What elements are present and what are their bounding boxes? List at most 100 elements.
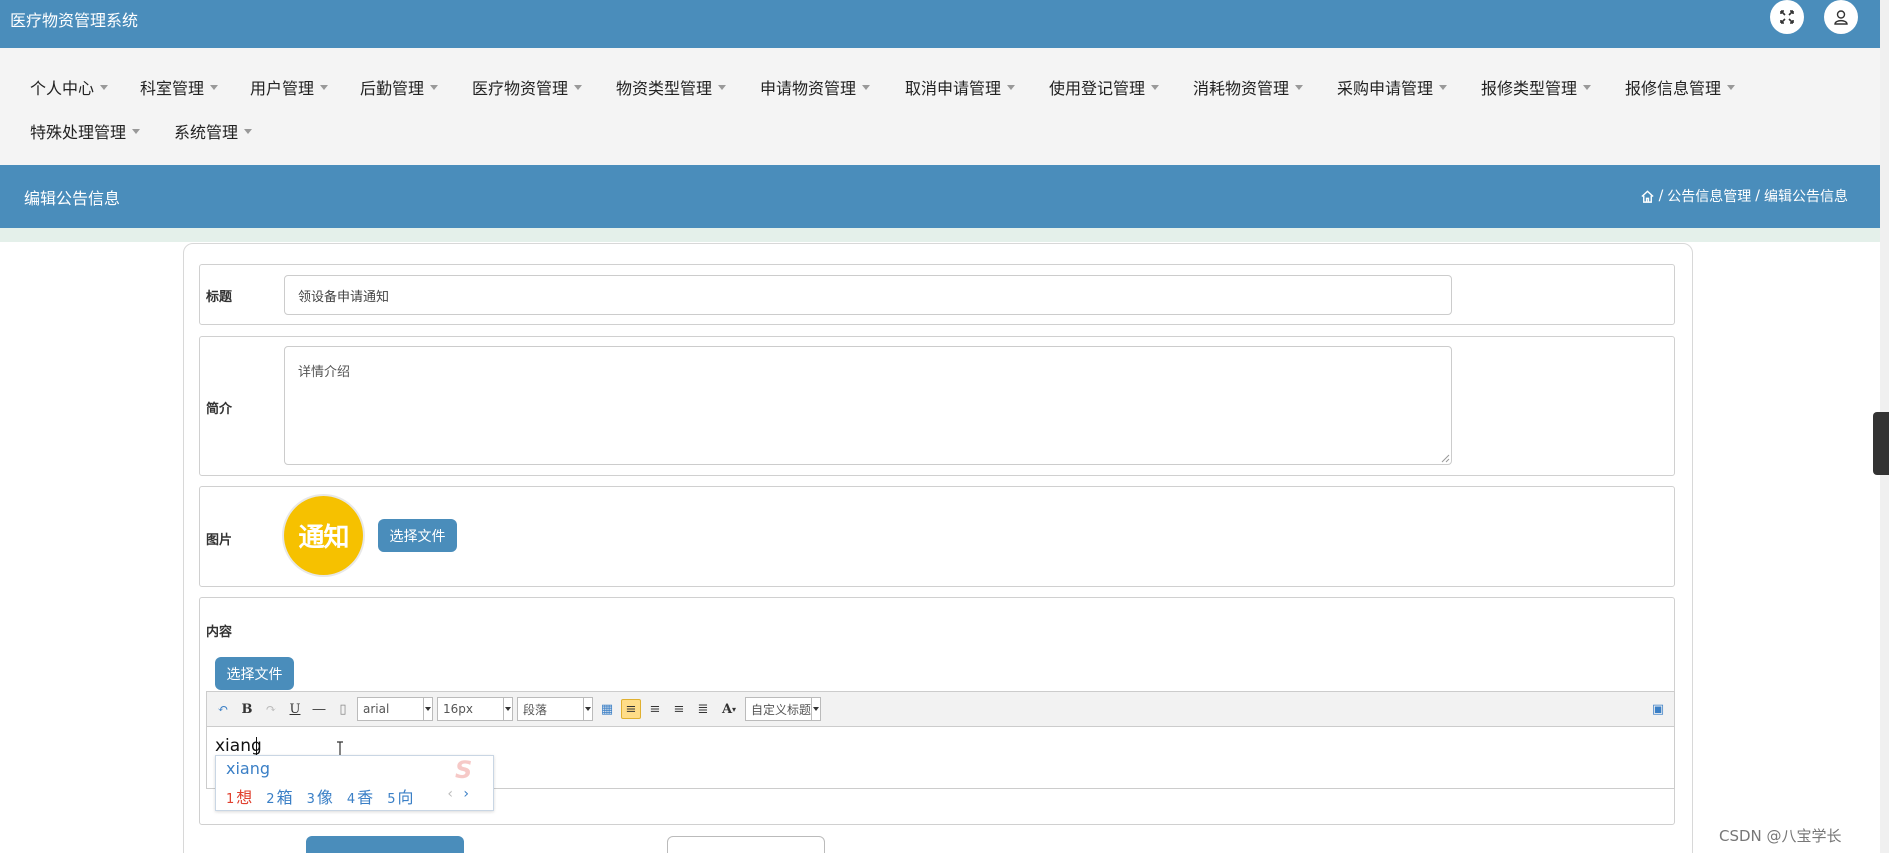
- content-choose-file-button[interactable]: 选择文件: [215, 657, 294, 690]
- cancel-button[interactable]: [667, 836, 825, 853]
- ime-candidate[interactable]: 5向: [387, 784, 413, 808]
- ime-candidate-text: 箱: [276, 788, 293, 807]
- nav-label: 用户管理: [250, 79, 315, 98]
- watermark: CSDN @八宝学长: [1719, 827, 1842, 845]
- intro-label: 简介: [206, 402, 233, 417]
- font-family-select[interactable]: arial: [357, 697, 433, 721]
- font-family-value: arial: [363, 702, 390, 716]
- home-icon[interactable]: [1640, 189, 1655, 204]
- bold-button[interactable]: B: [237, 699, 257, 719]
- align-left-icon[interactable]: ≡: [621, 699, 641, 719]
- submit-button[interactable]: [306, 836, 464, 853]
- redo-icon[interactable]: ↷: [261, 699, 281, 719]
- caret-down-icon: [244, 128, 253, 134]
- nav-consumables[interactable]: 消耗物资管理: [1193, 75, 1304, 99]
- caret-down-icon: [320, 84, 329, 90]
- nav-user[interactable]: 用户管理: [250, 75, 329, 99]
- intro-textarea[interactable]: 详情介绍: [284, 346, 1452, 465]
- nav-apply-supplies[interactable]: 申请物资管理: [760, 75, 871, 99]
- ime-prev-page-icon[interactable]: ‹: [447, 786, 453, 802]
- ime-next-page-icon[interactable]: ›: [463, 786, 469, 802]
- breadcrumb: / 公告信息管理 / 编辑公告信息: [1640, 186, 1848, 206]
- nav-supply-type[interactable]: 物资类型管理: [616, 75, 727, 99]
- breadcrumb-current: 编辑公告信息: [1764, 189, 1848, 205]
- top-bar: 医疗物资管理系统: [0, 0, 1880, 48]
- nav-label: 报修类型管理: [1481, 79, 1578, 98]
- nav-label: 后勤管理: [360, 79, 425, 98]
- caret-down-icon: [1007, 84, 1016, 90]
- nav-system[interactable]: 系统管理: [174, 119, 253, 143]
- ime-candidate-text: 像: [316, 788, 333, 807]
- align-center-icon[interactable]: ≡: [669, 699, 689, 719]
- ime-candidate-num: 4: [346, 792, 356, 807]
- font-color-button[interactable]: A ▾: [717, 699, 741, 719]
- content-label: 内容: [206, 625, 233, 640]
- ime-candidate[interactable]: 4香: [347, 784, 373, 808]
- user-icon: [1834, 10, 1848, 25]
- paragraph-select[interactable]: 段落: [517, 697, 593, 721]
- fullscreen-editor-icon[interactable]: ▣: [1648, 699, 1668, 719]
- nav-usage-register[interactable]: 使用登记管理: [1049, 75, 1160, 99]
- nav-purchase-apply[interactable]: 采购申请管理: [1337, 75, 1448, 99]
- page-title: 编辑公告信息: [24, 189, 121, 208]
- breadcrumb-sep: /: [1755, 188, 1760, 204]
- table-icon[interactable]: ▦: [597, 699, 617, 719]
- image-choose-file-button[interactable]: 选择文件: [378, 519, 457, 552]
- custom-title-select[interactable]: 自定义标题: [745, 697, 821, 721]
- align-justify-icon[interactable]: ≣: [693, 699, 713, 719]
- nav-label: 特殊处理管理: [30, 123, 127, 142]
- expand-icon: [1780, 10, 1794, 24]
- ime-candidate[interactable]: 3像: [307, 784, 333, 808]
- ime-candidate-text: 香: [357, 788, 374, 807]
- underline-button[interactable]: U: [285, 699, 305, 719]
- nav-label: 取消申请管理: [905, 79, 1002, 98]
- nav-label: 报修信息管理: [1625, 79, 1722, 98]
- caret-down-icon: [1439, 84, 1448, 90]
- main-nav: 个人中心 科室管理 用户管理 后勤管理 医疗物资管理 物资类型管理 申请物资管理…: [0, 48, 1880, 165]
- dropdown-arrow-icon: [811, 698, 820, 720]
- caret-down-icon: [430, 84, 439, 90]
- document-icon[interactable]: ▯: [333, 699, 353, 719]
- fullscreen-button[interactable]: [1770, 0, 1804, 34]
- nav-department[interactable]: 科室管理: [140, 75, 219, 99]
- ime-candidate-popup: xiang S 1想 2箱 3像 4香 5向 ‹ ›: [215, 755, 494, 811]
- breadcrumb-sep: /: [1658, 188, 1664, 204]
- dropdown-arrow-icon: [503, 698, 512, 720]
- dropdown-arrow-icon: [423, 698, 432, 720]
- app-title: 医疗物资管理系统: [10, 11, 139, 30]
- nav-repair-type[interactable]: 报修类型管理: [1481, 75, 1592, 99]
- nav-label: 使用登记管理: [1049, 79, 1146, 98]
- ime-candidates: 1想 2箱 3像 4香 5向: [226, 784, 413, 808]
- caret-down-icon: [210, 84, 219, 90]
- nav-personal-center[interactable]: 个人中心: [30, 75, 109, 99]
- ime-candidate[interactable]: 1想: [226, 784, 252, 808]
- side-panel-toggle[interactable]: [1873, 412, 1889, 475]
- title-input[interactable]: 领设备申请通知: [284, 275, 1452, 315]
- nav-repair-info[interactable]: 报修信息管理: [1625, 75, 1736, 99]
- nav-special-handling[interactable]: 特殊处理管理: [30, 119, 141, 143]
- editor-toolbar: ↶ B ↷ U ― ▯ arial 16px 段落 ▦ ≡ ≡ ≡ ≣ A ▾ 自…: [206, 691, 1675, 727]
- dropdown-arrow-icon: [583, 698, 592, 720]
- align-right-icon[interactable]: ≡: [645, 699, 665, 719]
- breadcrumb-notice-management[interactable]: 公告信息管理: [1667, 186, 1751, 206]
- font-size-select[interactable]: 16px: [437, 697, 513, 721]
- nav-medical-supplies[interactable]: 医疗物资管理: [472, 75, 583, 99]
- caret-down-icon: [1583, 84, 1592, 90]
- nav-label: 申请物资管理: [760, 79, 857, 98]
- font-color-label: A: [721, 701, 733, 717]
- undo-icon[interactable]: ↶: [213, 699, 233, 719]
- dropdown-arrow-icon: ▾: [732, 704, 737, 714]
- ime-candidate-text: 想: [236, 788, 253, 807]
- user-button[interactable]: [1824, 0, 1858, 34]
- nav-label: 个人中心: [30, 79, 95, 98]
- caret-down-icon: [100, 84, 109, 90]
- caret-down-icon: [1727, 84, 1736, 90]
- ime-candidate-num: 3: [306, 792, 315, 807]
- caret-down-icon: [574, 84, 583, 90]
- ime-candidate[interactable]: 2箱: [266, 784, 292, 808]
- resize-handle-icon[interactable]: [1440, 453, 1450, 463]
- horizontal-rule-icon[interactable]: ―: [309, 699, 329, 719]
- notice-image: 通知: [284, 496, 363, 575]
- nav-logistics[interactable]: 后勤管理: [360, 75, 439, 99]
- nav-cancel-apply[interactable]: 取消申请管理: [905, 75, 1016, 99]
